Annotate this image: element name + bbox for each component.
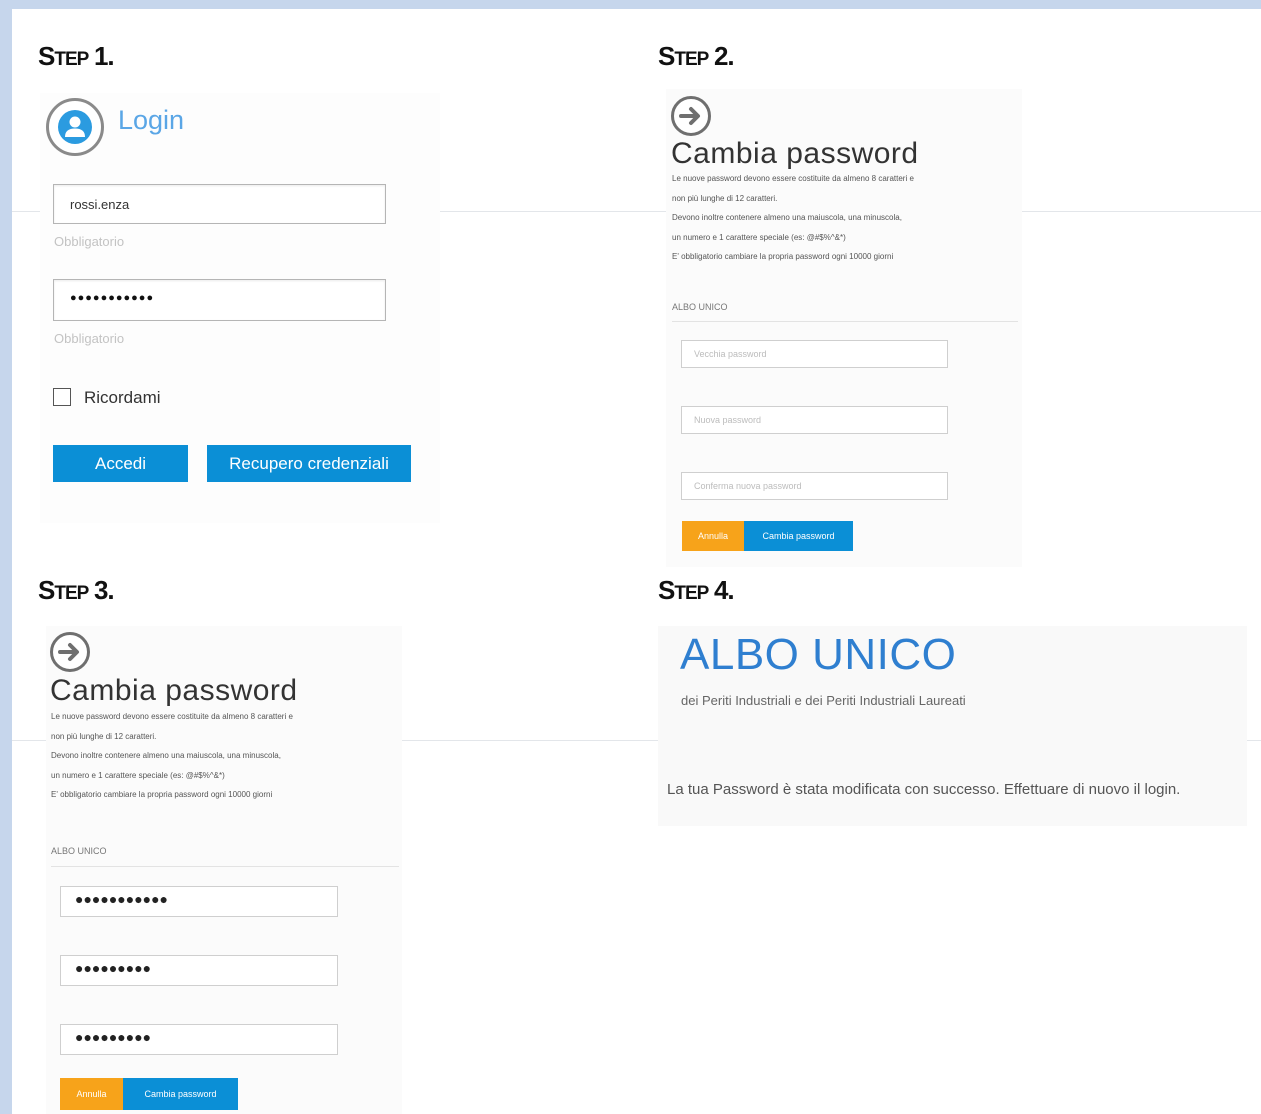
username-required-hint: Obbligatorio bbox=[54, 234, 125, 249]
remember-checkbox[interactable] bbox=[53, 388, 71, 406]
section-label: ALBO UNICO bbox=[51, 846, 107, 856]
change-password-button[interactable]: Cambia password bbox=[123, 1078, 238, 1110]
albo-unico-title: ALBO UNICO bbox=[680, 630, 957, 679]
step-4-title: STEP 4. bbox=[658, 575, 735, 605]
tutorial-page: STEP 1. Login rossi.enza Obbligatorio ●●… bbox=[12, 9, 1261, 1114]
login-title: Login bbox=[118, 105, 185, 135]
cancel-button[interactable]: Annulla bbox=[60, 1078, 123, 1110]
user-avatar-icon bbox=[46, 98, 104, 156]
step-3-title: STEP 3. bbox=[38, 575, 115, 605]
remember-label: Ricordami bbox=[84, 388, 161, 407]
change-password-title: Cambia password bbox=[50, 674, 298, 707]
new-password-input[interactable]: ●●●●●●●●● bbox=[60, 955, 338, 986]
recover-credentials-button[interactable]: Recupero credenziali bbox=[207, 445, 411, 482]
change-password-panel: Cambia password Le nuove password devono… bbox=[666, 89, 1022, 567]
password-rules-text: Le nuove password devono essere costitui… bbox=[672, 174, 914, 261]
change-password-filled-panel: Cambia password Le nuove password devono… bbox=[46, 626, 402, 1114]
step-1-title: STEP 1. bbox=[38, 41, 115, 71]
change-password-title: Cambia password bbox=[671, 137, 919, 170]
old-password-input[interactable]: Vecchia password bbox=[681, 340, 948, 368]
new-password-input[interactable]: Nuova password bbox=[681, 406, 948, 434]
change-password-button[interactable]: Cambia password bbox=[744, 521, 853, 551]
cancel-button[interactable]: Annulla bbox=[682, 521, 744, 551]
old-password-input[interactable]: ●●●●●●●●●●● bbox=[60, 886, 338, 917]
step-2-title: STEP 2. bbox=[658, 41, 735, 71]
success-message: La tua Password è stata modificata con s… bbox=[667, 781, 1181, 798]
password-input[interactable]: ●●●●●●●●●●● bbox=[53, 279, 386, 321]
albo-unico-subtitle: dei Periti Industriali e dei Periti Indu… bbox=[681, 693, 966, 708]
section-label: ALBO UNICO bbox=[672, 302, 728, 312]
confirm-password-input[interactable]: Conferma nuova password bbox=[681, 472, 948, 500]
arrow-right-circle-icon bbox=[671, 96, 711, 136]
confirm-password-input[interactable]: ●●●●●●●●● bbox=[60, 1024, 338, 1055]
login-button[interactable]: Accedi bbox=[53, 445, 188, 482]
username-input[interactable]: rossi.enza bbox=[53, 184, 386, 224]
password-rules-text: Le nuove password devono essere costitui… bbox=[51, 712, 293, 799]
password-required-hint: Obbligatorio bbox=[54, 331, 125, 346]
success-panel: ALBO UNICO dei Periti Industriali e dei … bbox=[658, 626, 1247, 826]
login-panel: Login rossi.enza Obbligatorio ●●●●●●●●●●… bbox=[40, 93, 440, 523]
arrow-right-circle-icon bbox=[50, 632, 90, 672]
section-divider bbox=[51, 866, 399, 867]
section-divider bbox=[672, 321, 1018, 322]
